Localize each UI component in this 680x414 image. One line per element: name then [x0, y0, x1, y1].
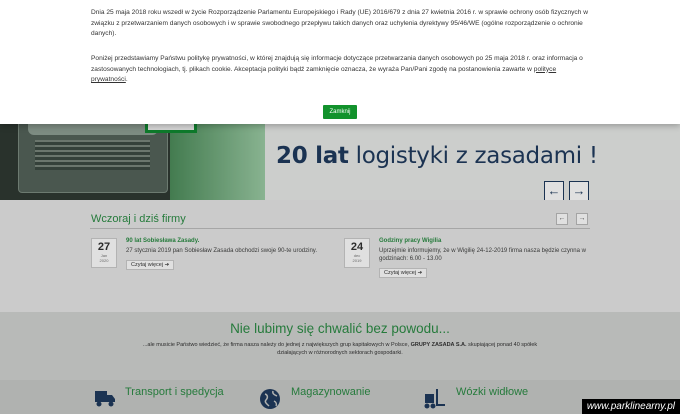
close-button[interactable]: Zamknij: [323, 105, 357, 119]
cookie-text-policy: Poniżej przedstawiamy Państwu politykę p…: [91, 55, 583, 83]
watermark: www.parklinearny.pl: [581, 399, 680, 414]
cookie-modal: Dnia 25 maja 2018 roku wszedł w życie Ro…: [0, 0, 680, 124]
cookie-text-rodo: Dnia 25 maja 2018 roku wszedł w życie Ro…: [91, 9, 588, 37]
